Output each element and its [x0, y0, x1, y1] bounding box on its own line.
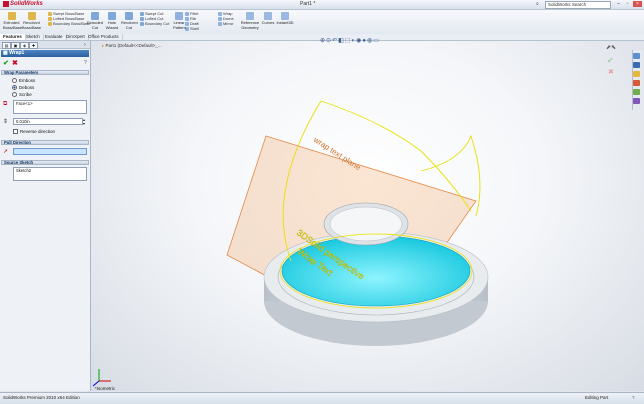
face-selection-box[interactable]: Face<1>: [13, 100, 87, 114]
pull-direction-field[interactable]: [13, 148, 87, 155]
close-icon[interactable]: ×: [633, 1, 642, 7]
emboss-radio[interactable]: Emboss: [12, 78, 35, 83]
mirror-icon: [218, 22, 222, 26]
direction-arrow-icon: ➚: [3, 149, 9, 155]
radio-off-icon: [12, 92, 17, 97]
center-hole-inner: [329, 206, 403, 242]
status-help-icon[interactable]: ?: [632, 393, 635, 402]
face-select-icon: ⧉: [3, 101, 8, 107]
tab-sketch[interactable]: Sketch: [23, 34, 44, 40]
fillet-group: Fillet Rib Draft Shell: [185, 11, 199, 31]
pull-direction-header[interactable]: Pull Direction: [1, 140, 89, 145]
reference-geometry-button[interactable]: Reference Geometry: [240, 12, 260, 30]
status-edition: SolidWorks Premium 2010 x64 Edition: [3, 395, 80, 400]
instant3d-icon: [281, 12, 289, 20]
boundary-icon: [48, 22, 52, 26]
dimxpert-icon[interactable]: ✚: [29, 42, 38, 49]
depth-icon: ⇕: [3, 119, 9, 125]
pattern-icon: [175, 12, 183, 20]
status-mode: Editing Part: [585, 395, 609, 400]
depth-spinner[interactable]: ▴ ▾: [83, 118, 85, 126]
reference-geometry-icon: [246, 12, 254, 20]
revolved-boss-button[interactable]: Revolved Boss/Base: [22, 12, 41, 30]
wrap-parameters-header[interactable]: Wrap Parameters: [1, 70, 89, 75]
panel-arrow-icon[interactable]: ›: [84, 42, 86, 48]
extruded-boss-button[interactable]: Extruded Boss/Base: [3, 12, 22, 30]
extrude-cut-icon: [91, 12, 99, 20]
maximize-icon[interactable]: ▫: [623, 1, 632, 7]
status-bar: SolidWorks Premium 2010 x64 Edition Edit…: [0, 392, 644, 404]
scribe-radio[interactable]: Scribe: [12, 92, 32, 97]
source-sketch-box[interactable]: Sketch2: [13, 167, 87, 181]
property-manager-icon[interactable]: ▣: [11, 42, 20, 49]
cancel-icon[interactable]: ✖: [12, 60, 18, 67]
minimize-icon[interactable]: –: [614, 1, 623, 7]
checkbox-icon: [13, 129, 18, 134]
solidworks-logo-icon: [3, 1, 9, 7]
shell-button[interactable]: Shell: [185, 26, 199, 31]
hole-wizard-button[interactable]: Hole Wizard: [105, 12, 119, 30]
help-icon[interactable]: ?: [84, 60, 87, 66]
radio-off-icon: [12, 78, 17, 83]
mirror-button[interactable]: Mirror: [218, 21, 234, 26]
source-sketch-header[interactable]: Source Sketch: [1, 160, 89, 165]
search-icon[interactable]: ⌕: [536, 1, 539, 7]
wrap-group: Wrap Dome Mirror: [218, 11, 234, 26]
reverse-direction-checkbox[interactable]: Reverse direction: [13, 129, 55, 134]
model-view[interactable]: wrap text plane 3DSolid perspective Wrap…: [91, 41, 644, 391]
deboss-radio[interactable]: Deboss: [12, 85, 34, 90]
search-input[interactable]: SolidWorks Search: [545, 1, 611, 9]
boundary-cut-button[interactable]: Boundary Cut: [140, 21, 169, 26]
view-orientation-label: *Isometric: [95, 386, 116, 391]
radio-on-icon: [12, 85, 17, 90]
boundary-boss-button[interactable]: Boundary Boss/Base: [48, 21, 90, 26]
linear-pattern-button[interactable]: Linear Pattern: [173, 12, 186, 30]
configuration-icon[interactable]: ◈: [20, 42, 29, 49]
boundary-cut-icon: [140, 22, 144, 26]
curves-button[interactable]: Curves: [261, 12, 275, 26]
boss-small-group: Swept Boss/Base Lofted Boss/Base Boundar…: [48, 11, 90, 26]
extrude-icon: [7, 12, 16, 20]
app-logo[interactable]: SolidWorks: [3, 1, 43, 8]
panel-title: ▦ Wrap1: [1, 50, 89, 57]
tab-features[interactable]: Features: [0, 34, 26, 40]
wrap-face[interactable]: [281, 235, 471, 307]
extruded-cut-button[interactable]: Extruded Cut: [87, 12, 103, 30]
ok-icon[interactable]: ✔: [3, 60, 9, 67]
feature-tree-icon[interactable]: ▤: [2, 42, 11, 49]
revolve-cut-icon: [125, 12, 133, 20]
curves-icon: [264, 12, 272, 20]
coordinate-triad: [92, 369, 111, 387]
instant3d-button[interactable]: Instant3D: [276, 12, 294, 26]
tab-office-products[interactable]: Office Products: [85, 34, 123, 40]
revolve-icon: [27, 12, 36, 20]
cut-small-group: Swept Cut Lofted Cut Boundary Cut: [140, 11, 169, 26]
depth-field[interactable]: 0.010in: [13, 118, 83, 125]
document-title: Part1 *: [300, 1, 316, 7]
app-name: SolidWorks: [10, 1, 43, 7]
hole-wizard-icon: [108, 12, 116, 20]
revolved-cut-button[interactable]: Revolved Cut: [121, 12, 138, 30]
